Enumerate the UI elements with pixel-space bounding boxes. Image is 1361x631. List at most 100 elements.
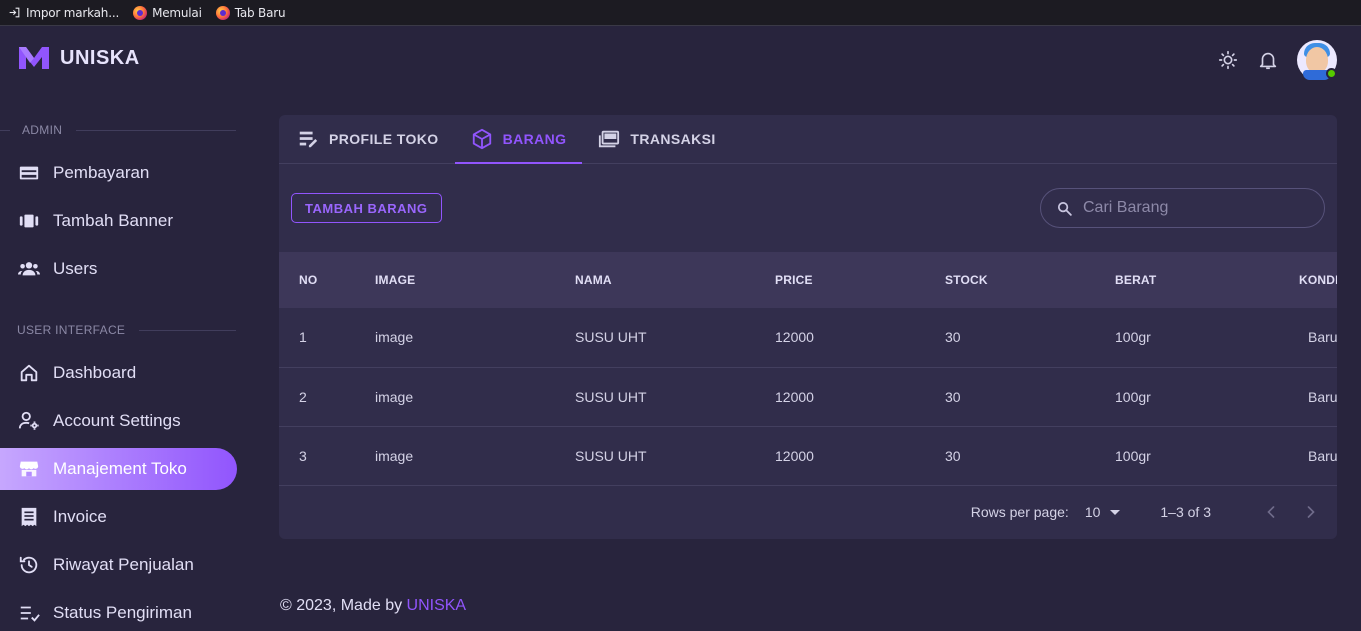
user-avatar[interactable] [1297,40,1337,80]
column-header[interactable]: IMAGE [355,252,555,308]
sidebar-item-label: Manajement Toko [53,459,187,478]
section-title: USER INTERFACE [17,323,126,337]
sidebar-item-manajement-toko[interactable]: Manajement Toko [0,448,237,490]
cube-icon [472,128,491,150]
sidebar-section-admin: ADMIN [0,120,240,140]
footer-link[interactable]: UNISKA [407,597,467,614]
tab-barang[interactable]: BARANG [454,115,583,164]
bell-icon[interactable] [1257,49,1279,71]
import-icon [9,7,20,18]
cell-berat: 100gr [1095,367,1279,427]
section-title: ADMIN [22,123,63,137]
cards-icon [599,130,620,148]
cell-stock: 30 [925,426,1095,486]
table-row[interactable]: 2 image SUSU UHT 12000 30 100gr Baru [279,367,1337,427]
brand-name: UNISKA [60,46,140,69]
sidebar-item-label: Invoice [53,507,107,526]
account-cog-icon [18,411,39,430]
users-icon [18,262,40,276]
table-pagination: Rows per page: 10 1–3 of 3 [279,486,1337,539]
column-header[interactable]: NO [279,252,355,308]
online-status-dot [1326,68,1337,79]
store-icon [19,461,39,477]
cell-berat: 100gr [1095,426,1279,486]
column-header[interactable]: PRICE [755,252,925,308]
column-header[interactable]: STOCK [925,252,1095,308]
sidebar-item-account-settings[interactable]: Account Settings [0,400,237,442]
search-icon [1057,201,1072,216]
bookmark-item[interactable]: Tab Baru [215,5,286,20]
bookmark-item[interactable]: Impor markah... [8,6,119,20]
tab-transaksi[interactable]: TRANSAKSI [582,115,731,163]
cell-price: 12000 [755,367,925,427]
sidebar-item-label: Pembayaran [53,163,150,182]
brand-logo[interactable]: UNISKA [18,45,140,71]
chevron-down-icon [1110,509,1121,515]
rows-per-page-select[interactable]: 10 [1085,504,1121,520]
tab-label: PROFILE TOKO [329,131,439,147]
tab-label: TRANSAKSI [630,131,716,147]
sidebar-item-label: Users [53,259,98,278]
sidebar-item-label: Tambah Banner [53,211,174,230]
theme-toggle-icon[interactable] [1217,49,1239,71]
sidebar-item-label: Riwayat Penjualan [53,555,194,574]
column-header[interactable]: NAMA [555,252,755,308]
edit-list-icon [299,131,318,148]
rows-per-page-value: 10 [1084,504,1101,520]
store-management-card: PROFILE TOKO BARANG TRANSAKSI TAMBAH BAR… [279,115,1337,539]
history-icon [19,556,38,574]
cell-no: 1 [279,308,355,368]
sidebar-item-users[interactable]: Users [0,248,237,290]
header-actions [1217,40,1337,80]
firefox-icon [215,5,230,20]
table-row[interactable]: 1 image SUSU UHT 12000 30 100gr Baru [279,308,1337,368]
copyright-text: © 2023, Made by [280,597,407,614]
cell-price: 12000 [755,308,925,368]
cell-nama: SUSU UHT [555,308,755,368]
logo-icon [19,47,49,69]
bookmark-label: Impor markah... [26,5,120,20]
sidebar-item-invoice[interactable]: Invoice [0,496,237,538]
invoice-icon [21,507,37,527]
bookmark-item[interactable]: Memulai [133,5,202,20]
sidebar-item-tambah-banner[interactable]: Tambah Banner [0,200,237,242]
cell-berat: 100gr [1095,308,1279,368]
sidebar: ADMIN Pembayaran Tambah Banner Users USE… [0,120,240,631]
sidebar-item-pembayaran[interactable]: Pembayaran [0,152,237,194]
sidebar-item-label: Account Settings [53,411,181,430]
firefox-icon [133,5,148,20]
search-box [1040,188,1325,228]
search-input[interactable] [1083,199,1303,217]
cell-nama: SUSU UHT [555,426,755,486]
sidebar-item-riwayat-penjualan[interactable]: Riwayat Penjualan [0,544,237,586]
cell-price: 12000 [755,426,925,486]
cell-no: 3 [279,426,355,486]
sidebar-item-dashboard[interactable]: Dashboard [0,352,237,394]
next-page-icon[interactable] [1301,502,1321,522]
page-footer: © 2023, Made by UNISKA [280,597,466,615]
cell-kondisi: Baru [1279,426,1337,486]
bookmarks-bar: Impor markah... Memulai Tab Baru [0,0,1361,26]
sidebar-item-status-pengiriman[interactable]: Status Pengiriman [0,592,237,631]
cell-stock: 30 [925,308,1095,368]
tab-label: BARANG [502,131,567,147]
column-header[interactable]: BERAT [1095,252,1279,308]
credit-card-icon [19,166,39,180]
sidebar-section-user-interface: USER INTERFACE [0,320,240,340]
bookmark-label: Tab Baru [234,5,286,20]
rows-per-page-label: Rows per page: [970,504,1069,520]
sidebar-item-label: Dashboard [53,363,137,382]
table-row[interactable]: 3 image SUSU UHT 12000 30 100gr Baru [279,426,1337,486]
add-item-button[interactable]: TAMBAH BARANG [291,193,442,223]
bookmark-label: Memulai [152,5,202,20]
cell-image: image [355,367,555,427]
cell-nama: SUSU UHT [555,367,755,427]
cell-stock: 30 [925,367,1095,427]
column-header[interactable]: KONDI [1279,252,1337,308]
tab-profile-toko[interactable]: PROFILE TOKO [281,115,455,163]
prev-page-icon[interactable] [1261,502,1281,522]
table-header-row: NO IMAGE NAMA PRICE STOCK BERAT KONDI [279,252,1337,308]
pagination-range: 1–3 of 3 [1160,504,1211,520]
table-toolbar: TAMBAH BARANG [279,164,1337,252]
cell-kondisi: Baru [1279,308,1337,368]
